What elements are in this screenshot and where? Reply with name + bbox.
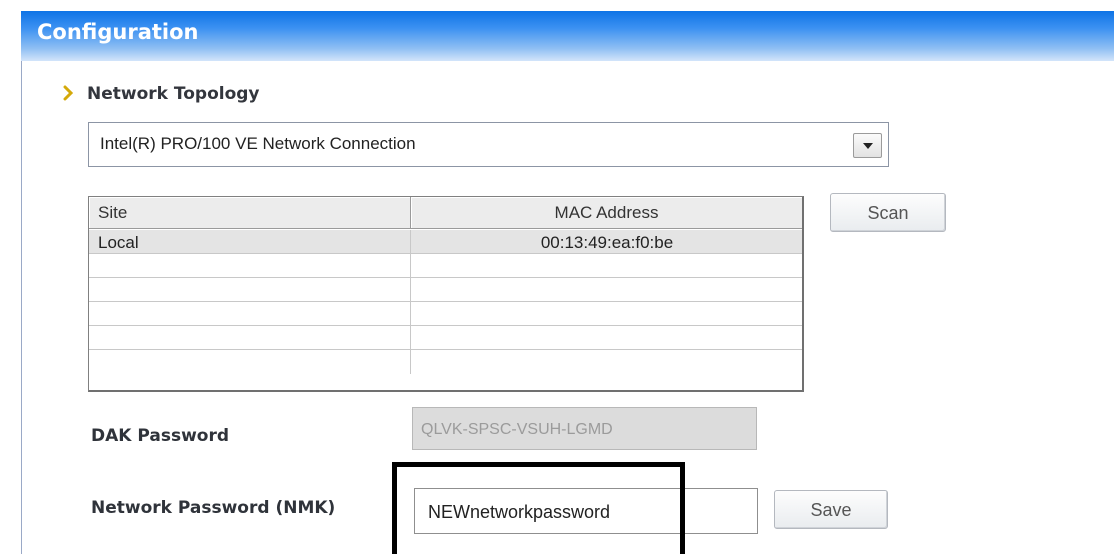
cell-site (89, 278, 411, 301)
dropdown-button[interactable] (853, 133, 882, 158)
site-table: Site MAC Address Local 00:13:49:ea:f0:be (88, 196, 804, 392)
panel-title: Configuration (37, 20, 199, 44)
section-title-network-topology: Network Topology (87, 84, 260, 104)
column-header-site[interactable]: Site (89, 197, 411, 229)
cell-site (89, 254, 411, 277)
adapter-select-value: Intel(R) PRO/100 VE Network Connection (100, 134, 416, 153)
cell-site (89, 350, 411, 374)
cell-mac-address: 00:13:49:ea:f0:be (540, 233, 674, 252)
cell-site: Local (89, 230, 411, 253)
cell-mac-address (411, 278, 802, 301)
cell-mac-address (411, 350, 802, 374)
cell-mac-address (411, 254, 802, 277)
table-row[interactable] (89, 278, 802, 302)
table-row[interactable]: Local 00:13:49:ea:f0:be (89, 230, 802, 254)
table-row[interactable] (89, 350, 802, 374)
cell-site (89, 326, 411, 349)
scan-button[interactable]: Scan (830, 193, 946, 232)
dak-password-label: DAK Password (91, 426, 230, 446)
network-password-label: Network Password (NMK) (91, 498, 336, 518)
dak-password-field: QLVK-SPSC-VSUH-LGMD (412, 407, 757, 450)
cell-mac-address (411, 302, 802, 325)
table-row[interactable] (89, 254, 802, 278)
save-button[interactable]: Save (774, 490, 888, 529)
network-adapter-select[interactable]: Intel(R) PRO/100 VE Network Connection (88, 122, 889, 167)
cell-site (89, 302, 411, 325)
table-row[interactable] (89, 326, 802, 350)
chevron-down-icon (863, 143, 873, 149)
cell-mac-address (411, 326, 802, 349)
highlight-box (392, 462, 685, 554)
column-header-mac-address[interactable]: MAC Address (411, 197, 802, 229)
chevron-right-icon (63, 85, 74, 101)
table-row[interactable] (89, 302, 802, 326)
